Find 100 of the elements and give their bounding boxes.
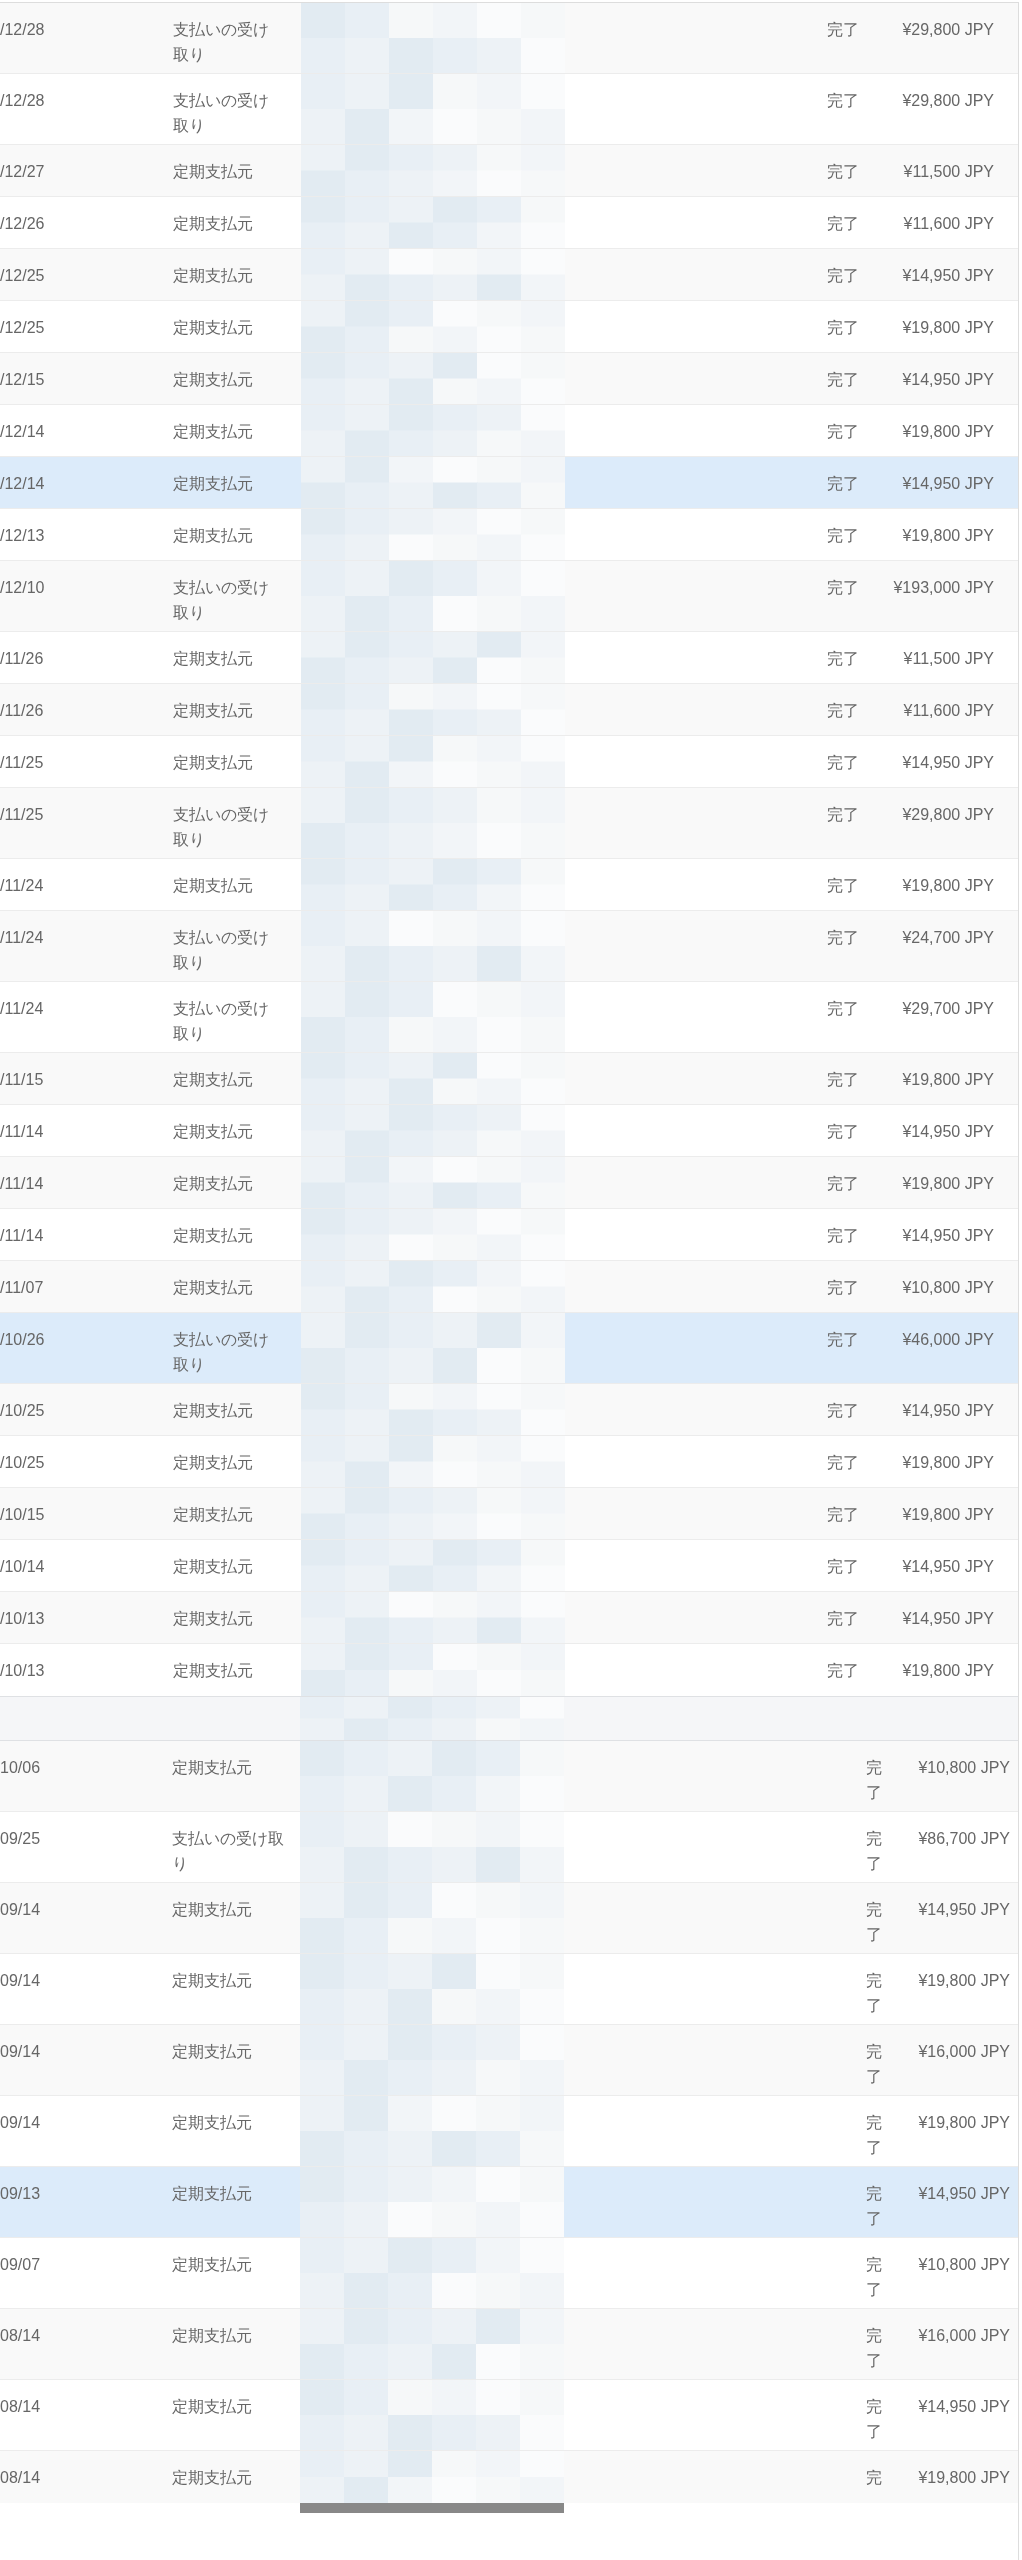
date-text: /11/26 bbox=[0, 649, 45, 669]
transaction-type: 定期支払元 bbox=[173, 1661, 254, 1681]
date-text: /12/28 bbox=[0, 20, 46, 40]
amount-text: ¥14,950 JPY bbox=[902, 370, 994, 390]
date-text: 09/13 bbox=[0, 2184, 42, 2204]
date-text: /11/24 bbox=[0, 928, 45, 948]
transaction-type: 定期支払元 bbox=[173, 1609, 254, 1629]
date-text: /12/28 bbox=[0, 91, 46, 111]
date-text: /12/25 bbox=[0, 318, 46, 338]
date-text: /12/14 bbox=[0, 474, 46, 494]
amount-text: ¥19,800 JPY bbox=[918, 2468, 1010, 2488]
amount-text: ¥11,500 JPY bbox=[903, 162, 994, 182]
status-text: 完了 bbox=[827, 1661, 859, 1681]
amount-text: ¥14,950 JPY bbox=[918, 2184, 1010, 2204]
transaction-type: 支払いの受け取り bbox=[173, 999, 270, 1044]
transaction-type: 定期支払元 bbox=[173, 1557, 254, 1577]
transaction-type: 定期支払元 bbox=[173, 526, 254, 546]
amount-text: ¥29,700 JPY bbox=[902, 999, 994, 1019]
status-text: 完了 bbox=[866, 1971, 882, 2016]
transaction-type: 支払いの受け取り bbox=[173, 1330, 270, 1375]
transaction-type: 定期支払元 bbox=[173, 701, 254, 721]
transaction-type: 定期支払元 bbox=[172, 2326, 253, 2346]
status-text: 完了 bbox=[827, 318, 859, 338]
amount-text: ¥16,000 JPY bbox=[918, 2042, 1010, 2062]
status-text: 完了 bbox=[827, 20, 859, 40]
status-text: 完了 bbox=[827, 1453, 859, 1473]
date-text: /11/07 bbox=[0, 1278, 45, 1298]
status-text: 完了 bbox=[827, 999, 859, 1019]
amount-text: ¥14,950 JPY bbox=[902, 1401, 994, 1421]
amount-text: ¥14,950 JPY bbox=[918, 1900, 1010, 1920]
date-text: 08/14 bbox=[0, 2468, 42, 2488]
transaction-type: 定期支払元 bbox=[173, 266, 254, 286]
amount-text: ¥19,800 JPY bbox=[902, 1453, 994, 1473]
status-text: 完了 bbox=[827, 753, 859, 773]
status-text: 完了 bbox=[827, 474, 859, 494]
status-text: 完了 bbox=[827, 578, 859, 598]
amount-text: ¥19,800 JPY bbox=[902, 1661, 994, 1681]
amount-text: ¥29,800 JPY bbox=[902, 91, 994, 111]
scrollbar[interactable] bbox=[300, 2503, 564, 2513]
status-text: 完了 bbox=[827, 1557, 859, 1577]
transaction-type: 定期支払元 bbox=[173, 1070, 254, 1090]
status-text: 完了 bbox=[827, 422, 859, 442]
date-text: /11/14 bbox=[0, 1122, 45, 1142]
transaction-type: 定期支払元 bbox=[173, 1401, 254, 1421]
amount-text: ¥19,800 JPY bbox=[918, 2113, 1010, 2133]
status-text: 完了 bbox=[866, 2326, 882, 2371]
date-text: /10/25 bbox=[0, 1453, 46, 1473]
status-text: 完了 bbox=[827, 214, 859, 234]
transaction-type: 定期支払元 bbox=[172, 2184, 253, 2204]
status-text: 完了 bbox=[827, 266, 859, 286]
transaction-type: 定期支払元 bbox=[173, 1278, 254, 1298]
date-text: 08/14 bbox=[0, 2326, 42, 2346]
status-text: 完了 bbox=[827, 526, 859, 546]
amount-text: ¥19,800 JPY bbox=[902, 1505, 994, 1525]
status-text: 完了 bbox=[866, 2042, 882, 2087]
amount-text: ¥19,800 JPY bbox=[902, 526, 994, 546]
transaction-type: 定期支払元 bbox=[173, 214, 254, 234]
amount-text: ¥29,800 JPY bbox=[902, 20, 994, 40]
date-text: 09/25 bbox=[0, 1829, 42, 1849]
date-text: 09/14 bbox=[0, 2113, 42, 2133]
transaction-type: 定期支払元 bbox=[173, 649, 254, 669]
status-text: 完了 bbox=[827, 1174, 859, 1194]
amount-text: ¥19,800 JPY bbox=[918, 1971, 1010, 1991]
transaction-type: 定期支払元 bbox=[172, 1758, 253, 1778]
date-text: /11/14 bbox=[0, 1174, 45, 1194]
transaction-type: 定期支払元 bbox=[172, 2255, 253, 2275]
date-text: /11/24 bbox=[0, 876, 45, 896]
status-text: 完了 bbox=[827, 1609, 859, 1629]
transaction-type: 支払いの受け取り bbox=[173, 20, 270, 65]
status-text: 完了 bbox=[866, 1900, 882, 1945]
transaction-type: 定期支払元 bbox=[173, 1453, 254, 1473]
amount-text: ¥16,000 JPY bbox=[918, 2326, 1010, 2346]
date-text: /11/15 bbox=[0, 1070, 45, 1090]
status-text: 完了 bbox=[827, 649, 859, 669]
status-text: 完了 bbox=[827, 876, 859, 896]
transaction-type: 定期支払元 bbox=[173, 318, 254, 338]
status-text: 完了 bbox=[866, 1758, 882, 1803]
status-text: 完了 bbox=[827, 1330, 859, 1350]
date-text: /11/26 bbox=[0, 701, 45, 721]
amount-text: ¥29,800 JPY bbox=[902, 805, 994, 825]
date-text: /10/26 bbox=[0, 1330, 46, 1350]
date-text: /12/27 bbox=[0, 162, 46, 182]
date-text: 10/06 bbox=[0, 1758, 42, 1778]
transaction-type: 定期支払元 bbox=[172, 2042, 253, 2062]
amount-text: ¥14,950 JPY bbox=[902, 753, 994, 773]
status-text: 完了 bbox=[827, 1122, 859, 1142]
date-text: /11/14 bbox=[0, 1226, 45, 1246]
status-text: 完了 bbox=[866, 2397, 882, 2442]
status-text: 完了 bbox=[827, 91, 859, 111]
date-text: /12/14 bbox=[0, 422, 46, 442]
transaction-type: 定期支払元 bbox=[173, 753, 254, 773]
date-text: 09/07 bbox=[0, 2255, 42, 2275]
transaction-type: 定期支払元 bbox=[172, 2113, 253, 2133]
status-text: 完了 bbox=[866, 2184, 882, 2229]
amount-text: ¥14,950 JPY bbox=[902, 1226, 994, 1246]
amount-text: ¥86,700 JPY bbox=[918, 1829, 1010, 1849]
transaction-type: 定期支払元 bbox=[173, 1122, 254, 1142]
transaction-type: 定期支払元 bbox=[173, 162, 254, 182]
transaction-type: 支払いの受け取り bbox=[173, 805, 270, 850]
status-text: 完了 bbox=[827, 1278, 859, 1298]
